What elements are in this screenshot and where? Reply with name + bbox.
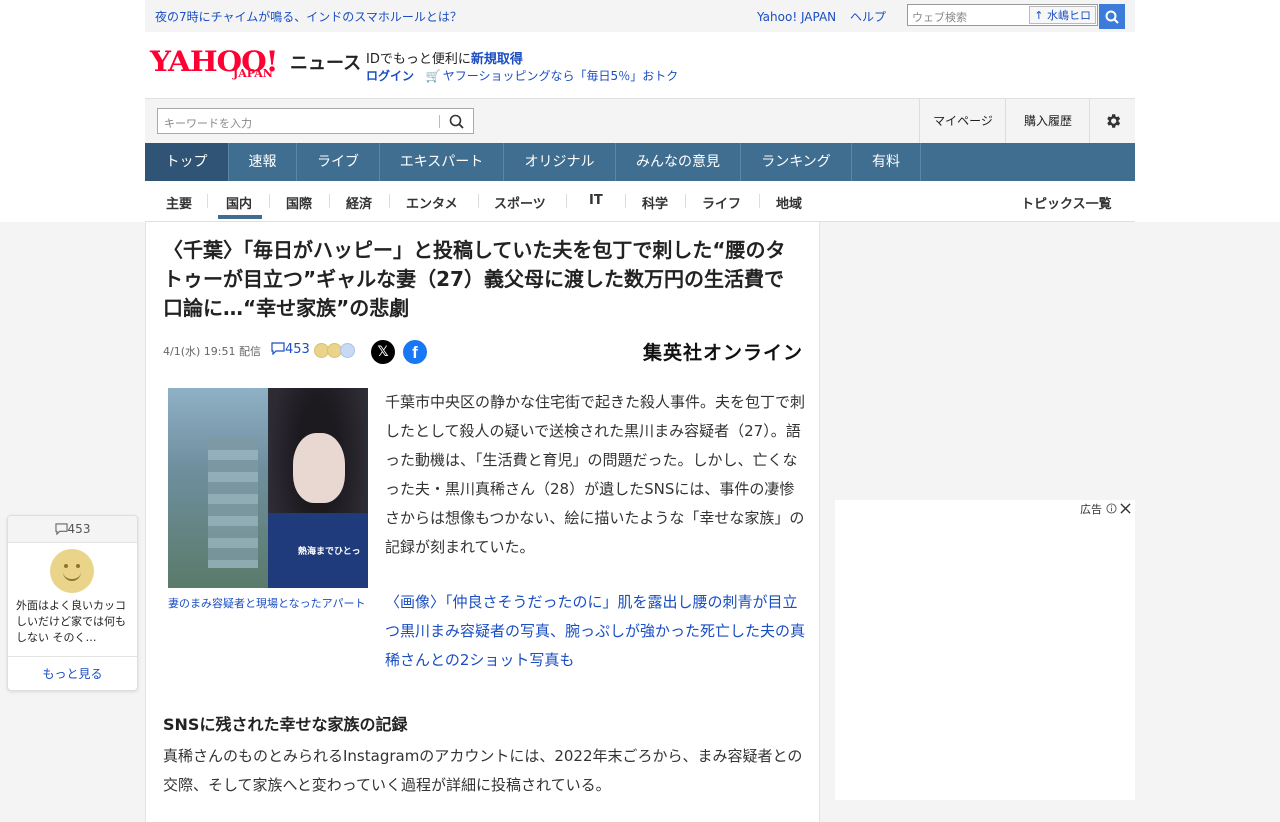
comment-icon (54, 523, 68, 536)
ad-label: 広告 (1080, 501, 1131, 517)
keyword-search-input[interactable]: キーワードを入力 (157, 108, 474, 134)
id-promo: IDでもっと便利に新規取得 (366, 52, 523, 67)
cat-economy[interactable]: 経済 (346, 193, 372, 212)
nav-expert[interactable]: エキスパート (380, 143, 504, 181)
nav-opinion[interactable]: みんなの意見 (616, 143, 741, 181)
more-comments-button[interactable]: もっと見る (8, 656, 137, 691)
cat-sports[interactable]: スポーツ (494, 193, 546, 212)
yahoo-japan-link[interactable]: Yahoo! JAPAN (757, 10, 836, 24)
cat-it[interactable]: IT (589, 193, 603, 208)
category-nav: 主要 国内 国際 経済 エンタメ スポーツ IT 科学 ライフ 地域 トピックス… (145, 181, 1135, 222)
cat-main[interactable]: 主要 (166, 193, 192, 212)
article-title: 〈千葉〉「毎日がハッピー」と投稿していた夫を包丁で刺した“腰のタトゥーが目立つ”… (163, 238, 786, 320)
yahoo-logo-japan: JAPAN (233, 67, 273, 80)
article-photo[interactable]: 熱海までひとっ (168, 388, 368, 588)
nav-top[interactable]: トップ (145, 143, 229, 181)
reaction-faces (314, 343, 355, 362)
source-logo[interactable]: 集英社オンライン (643, 338, 803, 365)
nav-live[interactable]: ライブ (297, 143, 380, 181)
search-icon (1105, 10, 1119, 24)
image-gallery-link[interactable]: 〈画像〉「仲良さそうだったのに」肌を露出し腰の刺青が目立つ黒川まみ容疑者の写真、… (385, 588, 805, 675)
publish-date: 4/1(水) 19:51 配信 (163, 345, 261, 358)
web-search-button[interactable] (1099, 4, 1125, 29)
cat-entertainment[interactable]: エンタメ (406, 193, 458, 212)
nav-ranking[interactable]: ランキング (741, 143, 852, 181)
web-search-input[interactable]: ウェブ検索 ↑ 水嶋ヒロ (907, 4, 1098, 26)
gear-icon (1107, 114, 1121, 128)
shopping-promo-link[interactable]: ヤフーショッピングなら「毎日5％」おトク (443, 69, 678, 83)
comment-count-link[interactable]: 453 (271, 342, 310, 357)
article-subheading: SNSに残された幸せな家族の記録 (163, 715, 408, 734)
top-headline-link[interactable]: 夜の7時にチャイムが鳴る、インドのスマホルールとは？ (155, 8, 462, 25)
facebook-share-icon[interactable]: f (403, 340, 427, 364)
topics-list-link[interactable]: トピックス一覧 (1021, 193, 1112, 212)
main-nav: トップ 速報 ライブ エキスパート オリジナル みんなの意見 ランキング 有料 (145, 143, 1135, 181)
keyword-search-row: キーワードを入力 マイページ 購入履歴 (145, 98, 1135, 144)
cat-region[interactable]: 地域 (776, 193, 802, 212)
article-body-paragraph: 真稀さんのものとみられるInstagramのアカウントには、2022年末ごろから… (163, 747, 803, 794)
login-row: ログイン 🛒 ヤフーショッピングなら「毎日5％」おトク (366, 67, 678, 84)
nav-paid[interactable]: 有料 (852, 143, 921, 181)
comment-preview-card[interactable]: 453 外面はよく良いカッコしいだけど家では何もしない そのく… もっと見る (7, 515, 138, 691)
comment-card-count: 453 (8, 516, 137, 543)
mypage-link[interactable]: マイページ (919, 99, 1006, 144)
nav-breaking[interactable]: 速報 (229, 143, 297, 181)
comment-icon (271, 342, 285, 356)
x-share-icon[interactable]: 𝕏 (371, 340, 395, 364)
photo-caption[interactable]: 妻のまみ容疑者と現場となったアパート (168, 596, 368, 611)
settings-button[interactable] (1089, 99, 1136, 144)
top-links: Yahoo! JAPAN ヘルプ (757, 8, 886, 25)
smile-face-icon (50, 549, 94, 593)
cat-science[interactable]: 科学 (642, 193, 668, 212)
purchase-history-link[interactable]: 購入履歴 (1005, 99, 1090, 144)
cart-icon: 🛒 (425, 69, 441, 83)
register-link[interactable]: 新規取得 (471, 52, 523, 67)
nav-original[interactable]: オリジナル (504, 143, 616, 181)
article: 〈千葉〉「毎日がハッピー」と投稿していた夫を包丁で刺した“腰のタトゥーが目立つ”… (145, 222, 820, 822)
article-body-paragraph: 千葉市中央区の静かな住宅街で起きた殺人事件。夫を包丁で刺したとして殺人の疑いで送… (385, 393, 806, 556)
cat-international[interactable]: 国際 (286, 193, 312, 212)
cat-life[interactable]: ライフ (702, 193, 741, 212)
ad-slot[interactable]: 広告 (835, 500, 1135, 800)
comment-preview-text: 外面はよく良いカッコしいだけど家では何もしない そのく… (16, 599, 126, 644)
login-link[interactable]: ログイン (366, 69, 414, 83)
help-link[interactable]: ヘルプ (850, 10, 886, 24)
trending-keyword[interactable]: ↑ 水嶋ヒロ (1029, 6, 1096, 24)
search-icon[interactable] (449, 114, 464, 129)
info-icon[interactable] (1105, 503, 1117, 514)
web-search-placeholder: ウェブ検索 (912, 11, 967, 24)
close-icon[interactable] (1120, 503, 1131, 514)
cat-domestic[interactable]: 国内 (226, 193, 252, 212)
active-tab-indicator (218, 215, 262, 219)
keyword-placeholder: キーワードを入力 (164, 117, 252, 130)
top-bar: 夜の7時にチャイムが鳴る、インドのスマホルールとは？ Yahoo! JAPAN … (145, 0, 1135, 32)
sad-face-icon (340, 343, 355, 358)
news-section-title[interactable]: ニュース (290, 49, 361, 75)
photo-overlay-text: 熱海までひとっ (298, 547, 361, 557)
